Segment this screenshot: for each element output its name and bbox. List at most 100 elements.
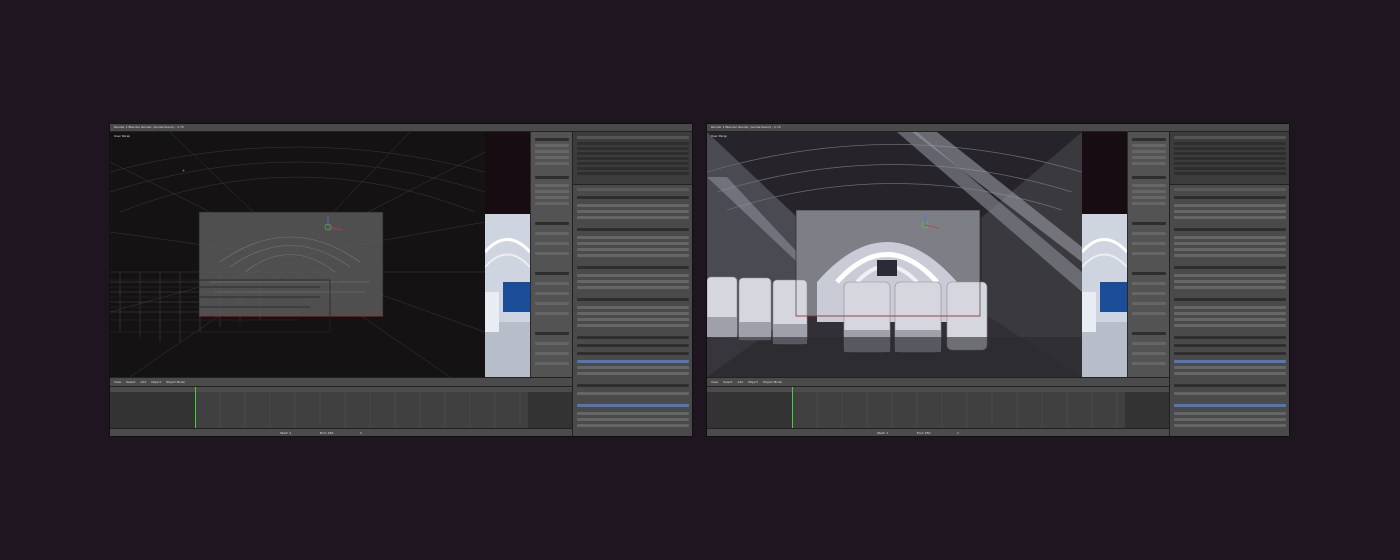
property-field[interactable] — [577, 216, 689, 219]
shelf-row[interactable] — [535, 176, 569, 179]
property-field[interactable] — [577, 242, 689, 245]
panel-header[interactable] — [577, 344, 689, 347]
outliner-row[interactable] — [577, 147, 689, 150]
shelf-row[interactable] — [535, 272, 569, 275]
property-field[interactable] — [1174, 274, 1286, 277]
property-field[interactable] — [1174, 242, 1286, 245]
outliner-row[interactable] — [577, 136, 689, 139]
outliner-row[interactable] — [1174, 172, 1286, 175]
panel-header[interactable] — [1174, 196, 1286, 199]
property-field[interactable] — [1174, 424, 1286, 427]
panel-header[interactable] — [577, 298, 689, 301]
shelf-row[interactable] — [1132, 138, 1166, 141]
shelf-row[interactable] — [535, 190, 569, 193]
property-field[interactable] — [577, 286, 689, 289]
current-frame-field[interactable]: 1 — [957, 431, 959, 435]
outliner-row[interactable] — [577, 142, 689, 145]
property-field[interactable] — [577, 372, 689, 375]
object-menu[interactable]: Object — [151, 380, 161, 384]
property-field[interactable] — [1174, 236, 1286, 239]
shelf-row[interactable] — [1132, 282, 1166, 285]
add-menu[interactable]: Add — [737, 380, 743, 384]
shelf-row[interactable] — [535, 138, 569, 141]
shelf-row[interactable] — [535, 362, 569, 365]
end-frame-field[interactable]: End: 250 — [320, 431, 333, 435]
shelf-row[interactable] — [1132, 332, 1166, 335]
panel-header[interactable] — [577, 228, 689, 231]
outliner-row[interactable] — [577, 167, 689, 170]
property-field[interactable] — [577, 392, 689, 395]
shelf-row[interactable] — [535, 184, 569, 187]
shelf-row[interactable] — [1132, 176, 1166, 179]
outliner-row[interactable] — [577, 157, 689, 160]
tool-shelf[interactable] — [530, 132, 573, 377]
panel-header[interactable] — [1174, 352, 1286, 355]
property-field[interactable] — [577, 424, 689, 427]
property-field[interactable] — [577, 312, 689, 315]
outliner-row[interactable] — [1174, 136, 1286, 139]
shelf-row[interactable] — [1132, 252, 1166, 255]
property-field[interactable] — [1174, 204, 1286, 207]
selected-option[interactable] — [1174, 360, 1286, 363]
shelf-row[interactable] — [535, 242, 569, 245]
outliner-row[interactable] — [1174, 152, 1286, 155]
property-field[interactable] — [577, 306, 689, 309]
start-frame-field[interactable]: Start: 1 — [280, 431, 291, 435]
outliner-row[interactable] — [1174, 162, 1286, 165]
view-menu[interactable]: View — [114, 380, 121, 384]
property-field[interactable] — [1174, 306, 1286, 309]
shelf-row[interactable] — [535, 332, 569, 335]
3d-viewport-wireframe[interactable]: User Persp + — [110, 132, 485, 377]
timeline-editor[interactable] — [707, 386, 1169, 429]
selected-option[interactable] — [577, 360, 689, 363]
shelf-row[interactable] — [535, 196, 569, 199]
mode-dropdown[interactable]: Object Mode — [763, 380, 782, 384]
panel-header[interactable] — [1174, 228, 1286, 231]
panel-header[interactable] — [1174, 298, 1286, 301]
properties-editor[interactable] — [1169, 132, 1289, 436]
property-field[interactable] — [577, 248, 689, 251]
shelf-row[interactable] — [1132, 292, 1166, 295]
property-field[interactable] — [1174, 312, 1286, 315]
shelf-row[interactable] — [535, 252, 569, 255]
shelf-row[interactable] — [1132, 144, 1166, 147]
property-field[interactable] — [1174, 392, 1286, 395]
view-menu[interactable]: View — [711, 380, 718, 384]
property-field[interactable] — [1174, 318, 1286, 321]
shelf-row[interactable] — [1132, 352, 1166, 355]
shelf-row[interactable] — [1132, 156, 1166, 159]
property-field[interactable] — [1174, 324, 1286, 327]
property-field[interactable] — [1174, 248, 1286, 251]
property-field[interactable] — [577, 366, 689, 369]
selected-option[interactable] — [1174, 404, 1286, 407]
shelf-row[interactable] — [1132, 150, 1166, 153]
property-field[interactable] — [577, 318, 689, 321]
shelf-row[interactable] — [535, 312, 569, 315]
property-field[interactable] — [577, 274, 689, 277]
shelf-row[interactable] — [535, 282, 569, 285]
property-field[interactable] — [1174, 210, 1286, 213]
property-field[interactable] — [1174, 286, 1286, 289]
property-field[interactable] — [1174, 412, 1286, 415]
start-frame-field[interactable]: Start: 1 — [877, 431, 888, 435]
outliner[interactable] — [573, 132, 692, 185]
panel-header[interactable] — [1174, 384, 1286, 387]
shelf-row[interactable] — [535, 302, 569, 305]
outliner-row[interactable] — [1174, 142, 1286, 145]
panel-header[interactable] — [577, 352, 689, 355]
outliner-row[interactable] — [1174, 147, 1286, 150]
property-field[interactable] — [577, 210, 689, 213]
property-field[interactable] — [1174, 418, 1286, 421]
shelf-row[interactable] — [1132, 302, 1166, 305]
property-field[interactable] — [577, 254, 689, 257]
outliner-row[interactable] — [577, 162, 689, 165]
shelf-row[interactable] — [535, 202, 569, 205]
shelf-row[interactable] — [1132, 196, 1166, 199]
property-field[interactable] — [577, 280, 689, 283]
shelf-row[interactable] — [1132, 272, 1166, 275]
tool-shelf[interactable] — [1127, 132, 1170, 377]
outliner-row[interactable] — [577, 152, 689, 155]
shelf-row[interactable] — [1132, 222, 1166, 225]
selected-option[interactable] — [577, 404, 689, 407]
shelf-row[interactable] — [535, 156, 569, 159]
